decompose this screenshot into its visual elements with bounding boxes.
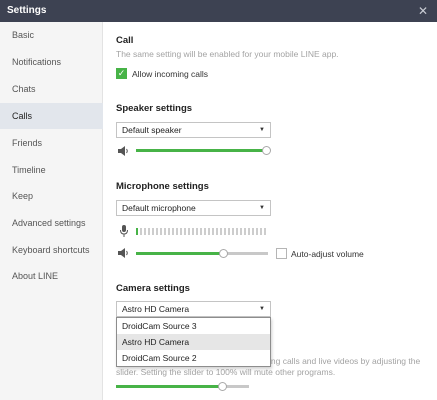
level-segment: [208, 228, 210, 235]
level-segment: [248, 228, 250, 235]
level-segment: [244, 228, 246, 235]
microphone-select[interactable]: Default microphone ▼: [116, 200, 271, 216]
bandwidth-description-line2: slider. Setting the slider to 100% will …: [116, 367, 336, 377]
title-bar: Settings ✕: [0, 0, 437, 22]
chevron-down-icon: ▼: [259, 127, 265, 133]
camera-select-value: Astro HD Camera: [122, 304, 190, 314]
sidebar-item-notifications[interactable]: Notifications: [0, 49, 103, 75]
level-segment: [172, 228, 174, 235]
bandwidth-description-line1: ing calls and live videos by adjusting t…: [269, 356, 421, 366]
settings-sidebar: Basic Notifications Chats Calls Friends …: [0, 22, 103, 400]
sidebar-item-basic[interactable]: Basic: [0, 22, 103, 48]
bandwidth-slider-handle[interactable]: [217, 382, 227, 391]
calls-settings-panel: Call The same setting will be enabled fo…: [103, 22, 437, 400]
level-segment: [256, 228, 258, 235]
bandwidth-slider[interactable]: [116, 385, 249, 388]
close-icon[interactable]: ✕: [415, 3, 431, 19]
call-description: The same setting will be enabled for you…: [116, 49, 339, 59]
speaker-volume-fill: [136, 149, 266, 152]
level-segment: [180, 228, 182, 235]
auto-adjust-volume-checkbox[interactable]: [276, 248, 287, 259]
level-segment: [152, 228, 154, 235]
level-segment: [232, 228, 234, 235]
level-segment: [136, 228, 138, 235]
sidebar-item-chats[interactable]: Chats: [0, 76, 103, 102]
sidebar-item-about-line[interactable]: About LINE: [0, 263, 103, 289]
level-segment: [224, 228, 226, 235]
level-segment: [204, 228, 206, 235]
auto-adjust-volume-label: Auto-adjust volume: [291, 249, 364, 259]
speaker-icon: [118, 248, 128, 258]
camera-option-droidcam-source-3[interactable]: DroidCam Source 3: [117, 318, 270, 334]
camera-section-title: Camera settings: [116, 283, 190, 294]
speaker-select[interactable]: Default speaker ▼: [116, 122, 271, 138]
level-segment: [228, 228, 230, 235]
camera-option-droidcam-source-2[interactable]: DroidCam Source 2: [117, 350, 270, 366]
speaker-volume-handle[interactable]: [261, 146, 271, 155]
microphone-section-title: Microphone settings: [116, 181, 209, 192]
allow-incoming-calls-checkbox[interactable]: ✓: [116, 68, 127, 79]
level-segment: [140, 228, 142, 235]
microphone-volume-fill: [136, 252, 224, 255]
level-segment: [148, 228, 150, 235]
level-segment: [200, 228, 202, 235]
level-segment: [184, 228, 186, 235]
level-segment: [176, 228, 178, 235]
level-segment: [212, 228, 214, 235]
sidebar-item-keep[interactable]: Keep: [0, 183, 103, 209]
chevron-down-icon: ▼: [259, 205, 265, 211]
level-segment: [220, 228, 222, 235]
microphone-select-value: Default microphone: [122, 203, 196, 213]
microphone-volume-slider[interactable]: [136, 252, 268, 255]
level-segment: [240, 228, 242, 235]
sidebar-item-advanced-settings[interactable]: Advanced settings: [0, 210, 103, 236]
level-segment: [160, 228, 162, 235]
level-segment: [264, 228, 266, 235]
level-segment: [260, 228, 262, 235]
microphone-icon: [120, 225, 128, 237]
camera-dropdown-list: DroidCam Source 3 Astro HD Camera DroidC…: [116, 317, 271, 367]
level-segment: [216, 228, 218, 235]
speaker-section-title: Speaker settings: [116, 103, 193, 114]
bandwidth-fill: [116, 385, 223, 388]
window-title: Settings: [7, 5, 47, 16]
sidebar-item-calls[interactable]: Calls: [0, 103, 103, 129]
level-segment: [196, 228, 198, 235]
level-segment: [188, 228, 190, 235]
speaker-volume-slider[interactable]: [136, 149, 266, 152]
call-section-title: Call: [116, 35, 134, 46]
level-segment: [252, 228, 254, 235]
chevron-down-icon: ▼: [259, 306, 265, 312]
level-segment: [156, 228, 158, 235]
speaker-select-value: Default speaker: [122, 125, 182, 135]
sidebar-item-friends[interactable]: Friends: [0, 130, 103, 156]
sidebar-item-timeline[interactable]: Timeline: [0, 157, 103, 183]
level-segment: [192, 228, 194, 235]
camera-select[interactable]: Astro HD Camera ▼: [116, 301, 271, 317]
level-segment: [168, 228, 170, 235]
allow-incoming-calls-label: Allow incoming calls: [132, 69, 209, 79]
level-segment: [236, 228, 238, 235]
sidebar-item-keyboard-shortcuts[interactable]: Keyboard shortcuts: [0, 237, 103, 263]
camera-option-astro-hd-camera[interactable]: Astro HD Camera: [117, 334, 270, 350]
level-segment: [144, 228, 146, 235]
microphone-input-level-meter: [136, 228, 266, 235]
microphone-volume-handle[interactable]: [218, 249, 228, 258]
speaker-icon: [118, 146, 128, 156]
level-segment: [164, 228, 166, 235]
